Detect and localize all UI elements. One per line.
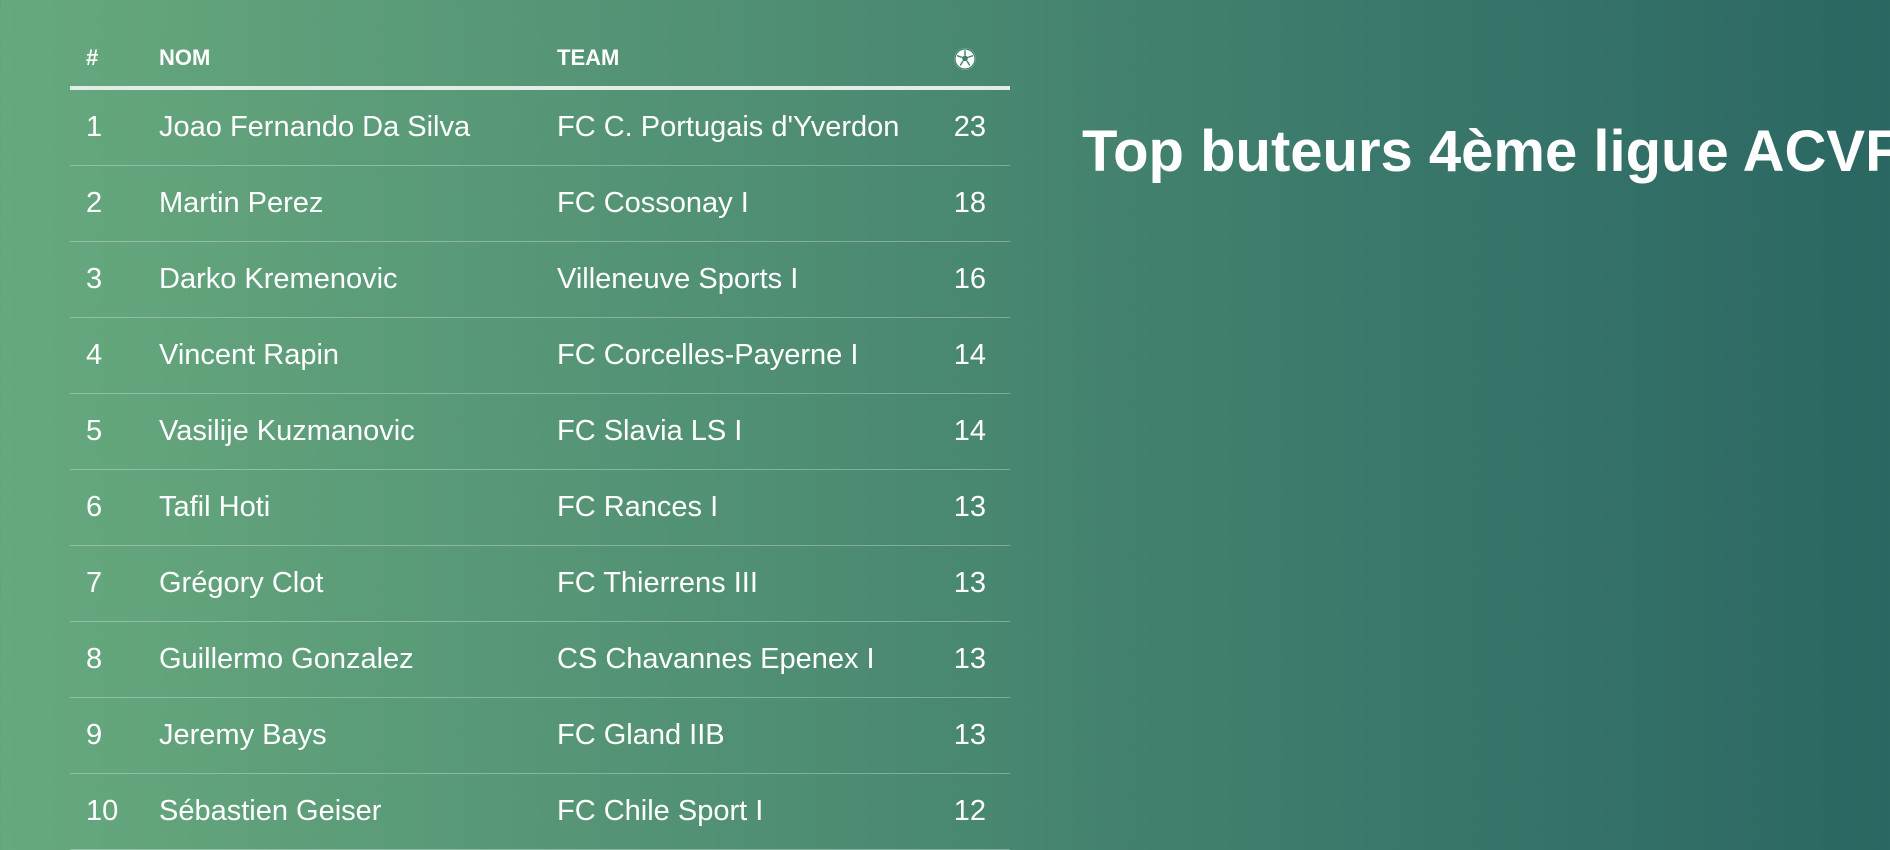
team-cell: FC Slavia LS I [557, 393, 953, 470]
team-cell: Villeneuve Sports I [557, 241, 953, 318]
rank-cell: 5 [70, 393, 159, 470]
table-row: 8 Guillermo Gonzalez CS Chavannes Epenex I… [70, 621, 1010, 698]
goals-cell: 14 [953, 317, 1010, 394]
player-name-cell: Vincent Rapin [159, 317, 557, 394]
table-row: 7 Grégory Clot FC Thierrens III 13 [70, 545, 1010, 622]
header-goals [953, 30, 1010, 90]
rank-cell: 7 [70, 545, 159, 622]
soccer-ball-icon [953, 47, 977, 71]
player-name-cell: Guillermo Gonzalez [159, 621, 557, 698]
player-name-cell: Sébastien Geiser [159, 773, 557, 850]
goals-cell: 13 [953, 621, 1010, 698]
player-name-cell: Vasilije Kuzmanovic [159, 393, 557, 470]
team-cell: FC C. Portugais d'Yverdon [557, 88, 953, 166]
header-rank: # [70, 30, 159, 90]
goals-cell: 12 [953, 773, 1010, 850]
table-row: 10 Sébastien Geiser FC Chile Sport I 12 [70, 773, 1010, 850]
player-name-cell: Martin Perez [159, 165, 557, 242]
goals-cell: 13 [953, 697, 1010, 774]
goals-cell: 23 [953, 88, 1010, 166]
player-name-cell: Darko Kremenovic [159, 241, 557, 318]
table-row: 1 Joao Fernando Da Silva FC C. Portugais d… [70, 88, 1010, 166]
scorers-table: # NOM TEAM 1 Joao Fernando Da Silva FC C. … [70, 30, 1010, 850]
rank-cell: 9 [70, 697, 159, 774]
table-row: 2 Martin Perez FC Cossonay I 18 [70, 165, 1010, 242]
rank-cell: 6 [70, 469, 159, 546]
table-row: 4 Vincent Rapin FC Corcelles-Payerne I 14 [70, 317, 1010, 394]
team-cell: CS Chavannes Epenex I [557, 621, 953, 698]
rank-cell: 10 [70, 773, 159, 850]
player-name-cell: Joao Fernando Da Silva [159, 88, 557, 166]
player-name-cell: Jeremy Bays [159, 697, 557, 774]
team-cell: FC Rances I [557, 469, 953, 546]
goals-cell: 16 [953, 241, 1010, 318]
team-cell: FC Gland IIB [557, 697, 953, 774]
table-row: 5 Vasilije Kuzmanovic FC Slavia LS I 14 [70, 393, 1010, 470]
goals-cell: 18 [953, 165, 1010, 242]
rank-cell: 1 [70, 88, 159, 166]
table-row: 6 Tafil Hoti FC Rances I 13 [70, 469, 1010, 546]
team-cell: FC Chile Sport I [557, 773, 953, 850]
table-row: 3 Darko Kremenovic Villeneuve Sports I 16 [70, 241, 1010, 318]
rank-cell: 4 [70, 317, 159, 394]
goals-cell: 13 [953, 469, 1010, 546]
goals-cell: 14 [953, 393, 1010, 470]
header-name: NOM [159, 30, 557, 90]
header-team: TEAM [557, 30, 953, 90]
table-header-row: # NOM TEAM [70, 30, 1010, 90]
team-cell: FC Corcelles-Payerne I [557, 317, 953, 394]
table-row: 9 Jeremy Bays FC Gland IIB 13 [70, 697, 1010, 774]
rank-cell: 2 [70, 165, 159, 242]
page-title: Top buteurs 4ème ligue ACVF [1082, 119, 1890, 184]
player-name-cell: Tafil Hoti [159, 469, 557, 546]
team-cell: FC Cossonay I [557, 165, 953, 242]
goals-cell: 13 [953, 545, 1010, 622]
rank-cell: 8 [70, 621, 159, 698]
rank-cell: 3 [70, 241, 159, 318]
team-cell: FC Thierrens III [557, 545, 953, 622]
player-name-cell: Grégory Clot [159, 545, 557, 622]
scorers-table-container: # NOM TEAM 1 Joao Fernando Da Silva FC C. … [70, 30, 1010, 850]
